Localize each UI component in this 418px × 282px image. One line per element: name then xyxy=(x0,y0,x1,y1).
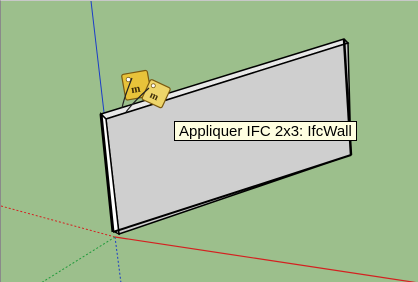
sketchup-window: m m Appliquer IFC 2x3: IfcWall xyxy=(0,0,418,282)
tool-tooltip: Appliquer IFC 2x3: IfcWall xyxy=(174,121,357,141)
ifc-classifier-tags-icon: m m xyxy=(118,68,176,120)
modeling-viewport[interactable]: m m Appliquer IFC 2x3: IfcWall xyxy=(0,0,418,282)
